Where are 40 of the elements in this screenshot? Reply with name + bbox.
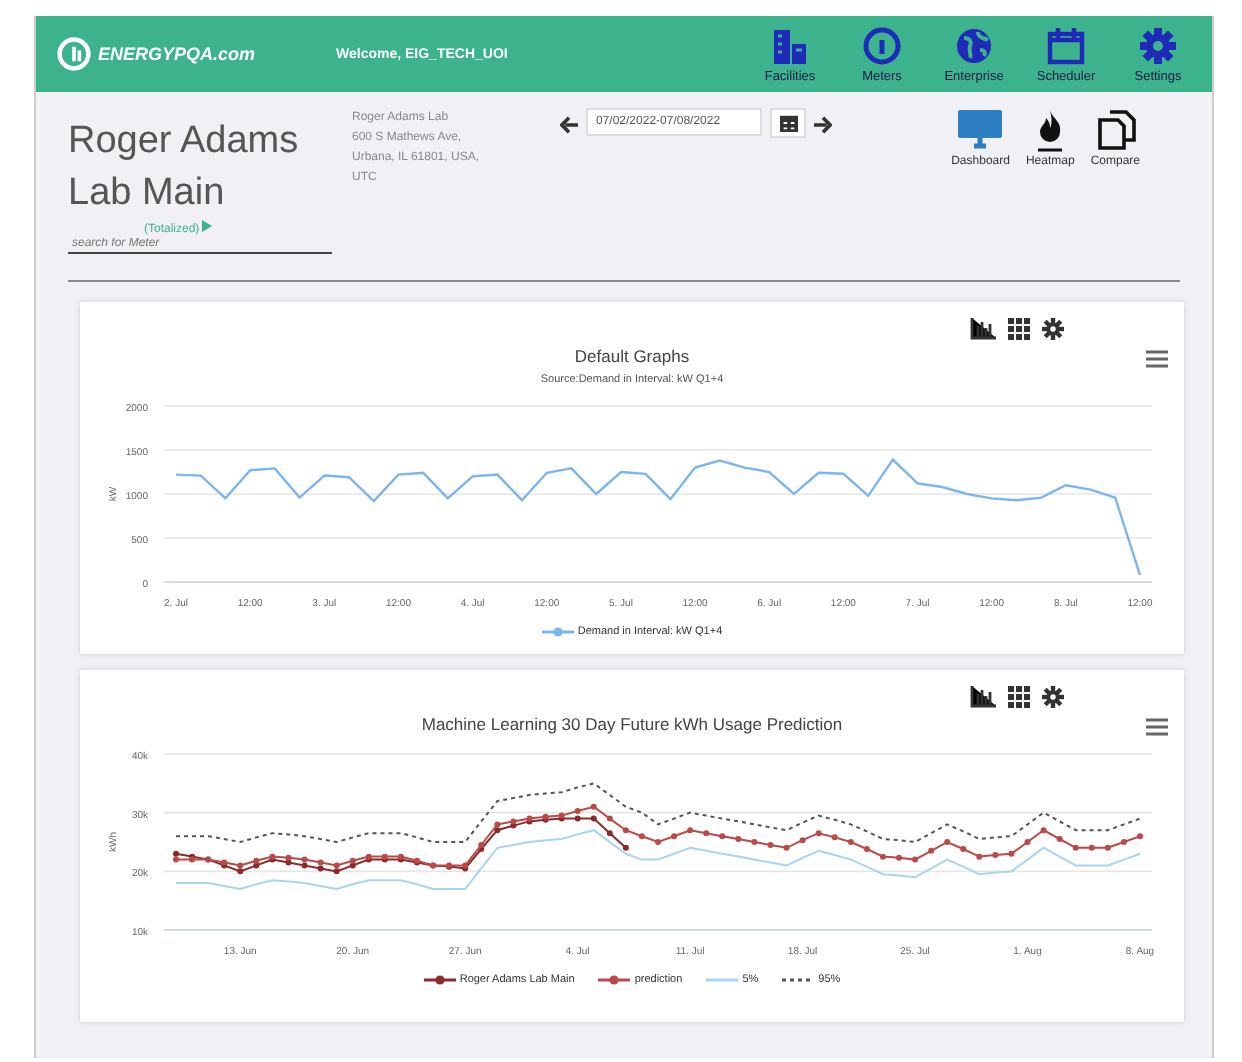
point <box>317 865 324 872</box>
point <box>590 815 597 822</box>
settings-icon <box>1138 25 1178 65</box>
point <box>333 868 340 875</box>
legend-marker-icon <box>423 974 456 986</box>
chart-title: Default Graphs <box>574 346 690 366</box>
legend-marker-icon <box>598 974 631 986</box>
legend-marker-icon <box>541 626 574 638</box>
point <box>301 862 308 869</box>
calendar-button[interactable] <box>770 108 806 138</box>
point <box>606 830 613 837</box>
globe-icon <box>954 25 994 65</box>
point <box>173 850 179 857</box>
legend-marker-icon <box>782 974 815 986</box>
legend-marker-icon <box>706 974 739 986</box>
grid-icon[interactable] <box>1008 686 1030 708</box>
gauge-icon <box>862 25 902 65</box>
caret-icon <box>202 220 213 232</box>
building-icon <box>770 25 810 65</box>
point <box>574 815 581 822</box>
monitor-icon <box>956 108 1005 152</box>
previous-arrow-icon[interactable] <box>560 116 578 134</box>
menu-icon[interactable] <box>1146 718 1168 736</box>
next-arrow-icon[interactable] <box>814 116 832 134</box>
calendar-icon <box>779 114 797 132</box>
point <box>494 827 501 834</box>
bar-chart-icon[interactable] <box>970 686 996 708</box>
grid-icon[interactable] <box>1008 318 1030 340</box>
logo-icon <box>56 36 92 72</box>
chart-title: Machine Learning 30 Day Future kWh Usage Prediction <box>421 714 843 734</box>
flame-icon <box>1034 108 1067 152</box>
settings-icon[interactable] <box>1042 318 1064 340</box>
point <box>622 844 629 851</box>
point <box>237 868 244 875</box>
menu-icon[interactable] <box>1146 350 1168 368</box>
calendar-icon <box>1046 25 1086 65</box>
meter-title: Roger Adams Lab Main <box>68 118 301 218</box>
bar-chart-icon[interactable] <box>970 318 996 340</box>
settings-icon[interactable] <box>1042 686 1064 708</box>
copy-icon <box>1093 108 1138 152</box>
